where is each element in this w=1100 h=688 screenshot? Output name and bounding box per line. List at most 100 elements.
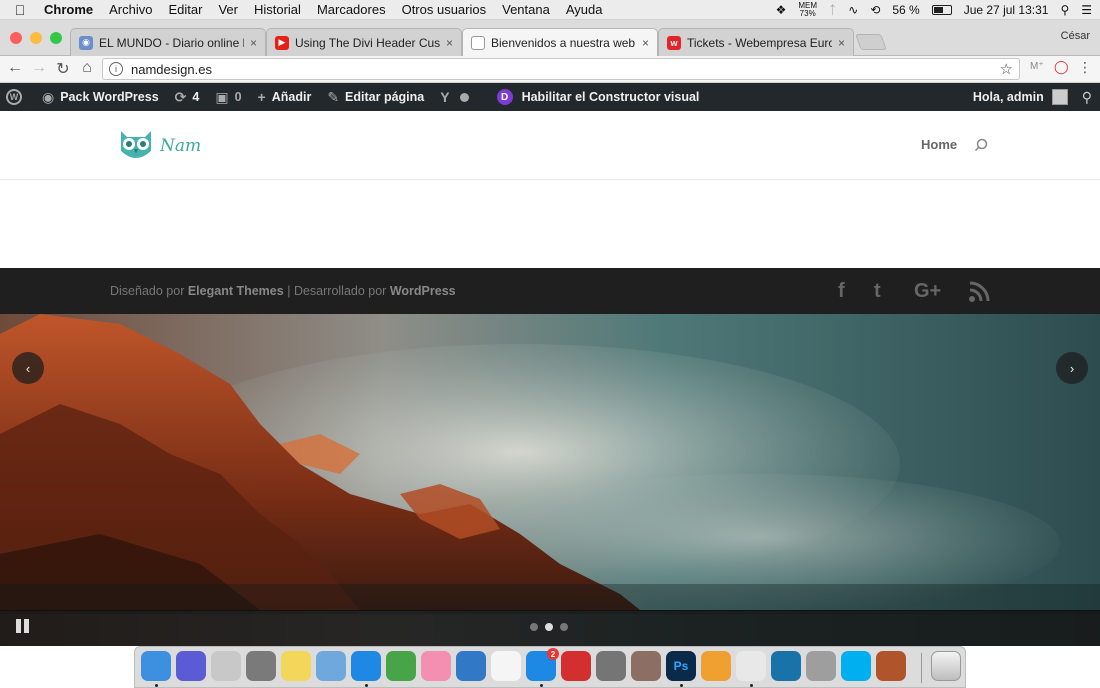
owl-logo-icon (121, 131, 151, 158)
dock-chrome-icon[interactable] (736, 651, 766, 681)
dock-photoshop-icon[interactable]: Ps (666, 651, 696, 681)
tab-bienvenidos[interactable]: Bienvenidos a nuestra web - P × (462, 28, 658, 56)
dock-finder-icon[interactable] (141, 651, 171, 681)
fullwidth-slider: ‹ › (0, 314, 1100, 646)
wp-add-new[interactable]: + Añadir (250, 89, 320, 105)
close-window-button[interactable] (10, 32, 22, 44)
menu-ventana[interactable]: Ventana (494, 2, 558, 17)
dock-skype-icon[interactable] (841, 651, 871, 681)
new-tab-button[interactable] (855, 34, 887, 50)
menubar-status-area: ❖ MEM 73% ᛏ ∿ ⟲ 56 % Jue 27 jul 13:31 ⚲ ☰ (776, 0, 1092, 20)
dock-safari-icon[interactable] (351, 651, 381, 681)
slider-dot[interactable] (530, 623, 538, 631)
forward-arrow-icon[interactable]: → (28, 59, 50, 77)
youtube-icon: ▶ (275, 35, 289, 50)
nav-home[interactable]: Home (921, 137, 957, 152)
tab-close-icon[interactable]: × (446, 36, 453, 50)
tab-close-icon[interactable]: × (250, 36, 257, 50)
profile-button[interactable]: César (1061, 30, 1090, 42)
slider-dot[interactable] (545, 623, 553, 631)
tab-el-mundo[interactable]: ◉ EL MUNDO - Diario online líder × (70, 28, 266, 56)
dock-rocket-icon[interactable] (246, 651, 276, 681)
battery-percent[interactable]: 56 % (892, 3, 919, 17)
dock-textedit-icon[interactable] (491, 651, 521, 681)
tab-close-icon[interactable]: × (838, 36, 845, 50)
dock-siri-icon[interactable] (176, 651, 206, 681)
dock-notes-icon[interactable] (281, 651, 311, 681)
dock-launchpad-icon[interactable] (211, 651, 241, 681)
tab-tickets-webempresa[interactable]: w Tickets - Webempresa Europa × (658, 28, 854, 56)
designer-link[interactable]: Elegant Themes (188, 284, 284, 298)
google-plus-icon[interactable]: G+ (914, 280, 941, 303)
slider-next-arrow-icon[interactable]: › (1056, 352, 1088, 384)
dock-transmit-icon[interactable] (876, 651, 906, 681)
url-text[interactable]: namdesign.es (131, 62, 212, 77)
site-logo[interactable]: Nam (118, 129, 201, 163)
rss-icon[interactable] (968, 281, 990, 303)
site-info-icon[interactable]: i (109, 62, 123, 76)
avatar[interactable] (1051, 89, 1068, 105)
notification-center-icon[interactable]: ☰ (1081, 3, 1092, 17)
clock[interactable]: Jue 27 jul 13:31 (964, 3, 1049, 17)
wp-edit-page[interactable]: ✎ Editar página (319, 89, 432, 106)
wp-comments[interactable]: ▣ 0 (207, 89, 249, 106)
dock-wunderlist-icon[interactable] (561, 651, 591, 681)
dock-app-store-icon[interactable]: 2 (526, 648, 559, 681)
wp-yoast[interactable]: Y (432, 89, 488, 105)
menu-ver[interactable]: Ver (210, 2, 246, 17)
dock-pages-icon[interactable] (701, 651, 731, 681)
dock-quicktime-icon[interactable] (771, 651, 801, 681)
menu-editar[interactable]: Editar (160, 2, 210, 17)
platform-link[interactable]: WordPress (390, 284, 456, 298)
chrome-menu-icon[interactable]: ⋮ (1078, 59, 1092, 76)
slider-prev-arrow-icon[interactable]: ‹ (12, 352, 44, 384)
wifi-icon[interactable]: ∿ (848, 3, 858, 17)
zoom-window-button[interactable] (50, 32, 62, 44)
dock-trash-icon[interactable] (931, 651, 961, 681)
extension-m-icon[interactable]: M⁺ (1030, 61, 1044, 72)
time-machine-icon[interactable]: ⟲ (870, 3, 880, 17)
dock-numbers-icon[interactable] (386, 651, 416, 681)
wordpress-logo-icon[interactable]: W (6, 89, 22, 105)
dock-preview-icon[interactable] (316, 651, 346, 681)
dock-image-capture-icon[interactable] (806, 651, 836, 681)
menu-archivo[interactable]: Archivo (101, 2, 160, 17)
menu-otros-usuarios[interactable]: Otros usuarios (394, 2, 495, 17)
menu-ayuda[interactable]: Ayuda (558, 2, 611, 17)
reload-icon[interactable]: ↻ (52, 59, 74, 79)
tab-close-icon[interactable]: × (642, 36, 649, 50)
pause-icon[interactable] (16, 619, 29, 633)
dock-sketchbook-icon[interactable] (631, 651, 661, 681)
menu-historial[interactable]: Historial (246, 2, 309, 17)
home-icon[interactable]: ⌂ (76, 59, 98, 77)
bluetooth-icon[interactable]: ᛏ (829, 3, 836, 17)
opera-extension-icon[interactable]: ◯ (1054, 59, 1069, 75)
address-bar[interactable]: i namdesign.es ☆ (102, 58, 1020, 80)
slider-dot[interactable] (560, 623, 568, 631)
dock-photos-icon[interactable] (421, 651, 451, 681)
dock-keynote-icon[interactable] (456, 651, 486, 681)
apple-menu-icon[interactable]:  (0, 2, 40, 18)
facebook-icon[interactable]: f (838, 280, 845, 303)
dashboard-icon: ◉ (42, 88, 55, 105)
slider-controls-bar (0, 610, 1100, 646)
wp-account-greeting[interactable]: Hola, admin (973, 90, 1044, 104)
back-arrow-icon[interactable]: ← (4, 59, 26, 77)
tab-divi-header[interactable]: ▶ Using The Divi Header Custom × (266, 28, 462, 56)
battery-icon[interactable] (931, 5, 952, 15)
wp-updates[interactable]: ⟳ 4 (167, 89, 208, 106)
search-icon[interactable] (974, 138, 988, 152)
bookmark-star-icon[interactable]: ☆ (1000, 60, 1013, 78)
dropbox-icon[interactable]: ❖ (776, 3, 787, 17)
spotlight-search-icon[interactable]: ⚲ (1060, 3, 1069, 17)
memory-indicator[interactable]: MEM 73% (798, 2, 817, 18)
minimize-window-button[interactable] (30, 32, 42, 44)
wp-search-icon[interactable]: ⚲ (1082, 89, 1092, 106)
wp-site-menu[interactable]: ◉ Pack WordPress (34, 89, 167, 106)
dock-system-preferences-icon[interactable] (596, 651, 626, 681)
twitter-icon[interactable]: t (874, 280, 881, 303)
wp-divi-builder[interactable]: D Habilitar el Constructor visual (489, 89, 708, 105)
updates-icon: ⟳ (174, 88, 187, 105)
menu-app-chrome[interactable]: Chrome (40, 2, 101, 17)
menu-marcadores[interactable]: Marcadores (309, 2, 394, 17)
